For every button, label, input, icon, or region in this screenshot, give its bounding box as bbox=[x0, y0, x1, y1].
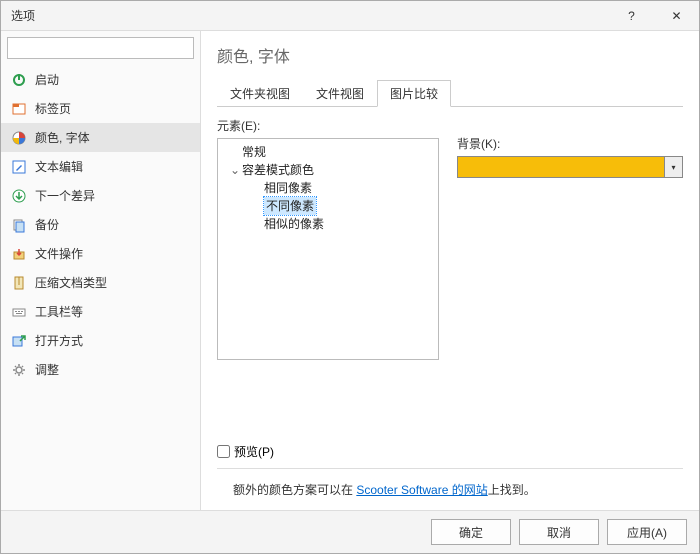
sidebar-item-colors-fonts[interactable]: 颜色, 字体 bbox=[1, 123, 200, 152]
sidebar-item-label: 压缩文档类型 bbox=[35, 274, 107, 291]
page-title: 颜色, 字体 bbox=[217, 43, 683, 67]
background-label: 背景(K): bbox=[457, 135, 683, 152]
tree-node-similar-px[interactable]: 相似的像素 bbox=[224, 215, 432, 233]
tabs: 文件夹视图 文件视图 图片比较 bbox=[217, 79, 683, 107]
window-title: 选项 bbox=[11, 7, 609, 24]
sidebar-item-tabs[interactable]: 标签页 bbox=[1, 94, 200, 123]
content: 颜色, 字体 文件夹视图 文件视图 图片比较 元素(E): 常规 ⌄容差模式颜色… bbox=[201, 31, 699, 510]
file-ops-icon bbox=[11, 246, 27, 262]
keyboard-icon bbox=[11, 304, 27, 320]
sidebar: 🔍 启动 标签页 颜色, 字体 文本编辑 下一个差异 bbox=[1, 31, 201, 510]
search-input[interactable] bbox=[7, 37, 194, 59]
sidebar-item-label: 打开方式 bbox=[35, 332, 83, 349]
element-label: 元素(E): bbox=[217, 117, 439, 134]
footnote: 额外的颜色方案可以在 Scooter Software 的网站上找到。 bbox=[217, 468, 683, 510]
apply-button[interactable]: 应用(A) bbox=[607, 519, 687, 545]
background-color-picker[interactable]: ▾ bbox=[457, 156, 683, 178]
sidebar-item-label: 文本编辑 bbox=[35, 158, 83, 175]
tab-picture-compare[interactable]: 图片比较 bbox=[377, 80, 451, 107]
sidebar-item-label: 工具栏等 bbox=[35, 303, 83, 320]
sidebar-item-next-diff[interactable]: 下一个差异 bbox=[1, 181, 200, 210]
sidebar-item-text-edit[interactable]: 文本编辑 bbox=[1, 152, 200, 181]
sidebar-item-open-with[interactable]: 打开方式 bbox=[1, 326, 200, 355]
color-swatch bbox=[458, 157, 664, 177]
close-button[interactable]: ✕ bbox=[654, 1, 699, 31]
gear-icon bbox=[11, 362, 27, 378]
pencil-icon bbox=[11, 159, 27, 175]
cancel-button[interactable]: 取消 bbox=[519, 519, 599, 545]
sidebar-item-label: 颜色, 字体 bbox=[35, 129, 90, 146]
sidebar-item-label: 备份 bbox=[35, 216, 59, 233]
ok-button[interactable]: 确定 bbox=[431, 519, 511, 545]
sidebar-item-file-ops[interactable]: 文件操作 bbox=[1, 239, 200, 268]
zip-icon bbox=[11, 275, 27, 291]
palette-icon bbox=[11, 130, 27, 146]
chevron-down-icon[interactable]: ⌄ bbox=[228, 161, 242, 179]
arrow-down-icon bbox=[11, 188, 27, 204]
sidebar-item-label: 标签页 bbox=[35, 100, 71, 117]
dialog-buttons: 确定 取消 应用(A) bbox=[1, 510, 699, 553]
sidebar-item-label: 调整 bbox=[35, 361, 59, 378]
sidebar-item-startup[interactable]: 启动 bbox=[1, 65, 200, 94]
tree-node-general[interactable]: 常规 bbox=[224, 143, 432, 161]
sidebar-item-label: 下一个差异 bbox=[35, 187, 95, 204]
scooter-link[interactable]: Scooter Software 的网站 bbox=[356, 483, 487, 497]
sidebar-item-tweaks[interactable]: 调整 bbox=[1, 355, 200, 384]
open-with-icon bbox=[11, 333, 27, 349]
sidebar-item-toolbars[interactable]: 工具栏等 bbox=[1, 297, 200, 326]
sidebar-item-archive-types[interactable]: 压缩文档类型 bbox=[1, 268, 200, 297]
tab-folder-view[interactable]: 文件夹视图 bbox=[217, 80, 303, 107]
tree-node-tolerance[interactable]: ⌄容差模式颜色 bbox=[224, 161, 432, 179]
sidebar-item-label: 文件操作 bbox=[35, 245, 83, 262]
preview-label[interactable]: 预览(P) bbox=[234, 443, 274, 460]
element-tree[interactable]: 常规 ⌄容差模式颜色 相同像素 不同像素 相似的像素 bbox=[217, 138, 439, 360]
sidebar-item-label: 启动 bbox=[35, 71, 59, 88]
tab-icon bbox=[11, 101, 27, 117]
backup-icon bbox=[11, 217, 27, 233]
tree-node-same-px[interactable]: 相同像素 bbox=[224, 179, 432, 197]
nav-list: 启动 标签页 颜色, 字体 文本编辑 下一个差异 备份 bbox=[1, 65, 200, 510]
power-icon bbox=[11, 72, 27, 88]
preview-checkbox[interactable] bbox=[217, 445, 230, 458]
chevron-down-icon[interactable]: ▾ bbox=[664, 157, 682, 177]
sidebar-item-backup[interactable]: 备份 bbox=[1, 210, 200, 239]
tree-node-diff-px[interactable]: 不同像素 bbox=[224, 197, 432, 215]
tab-file-view[interactable]: 文件视图 bbox=[303, 80, 377, 107]
titlebar: 选项 ? ✕ bbox=[1, 1, 699, 31]
help-button[interactable]: ? bbox=[609, 1, 654, 31]
